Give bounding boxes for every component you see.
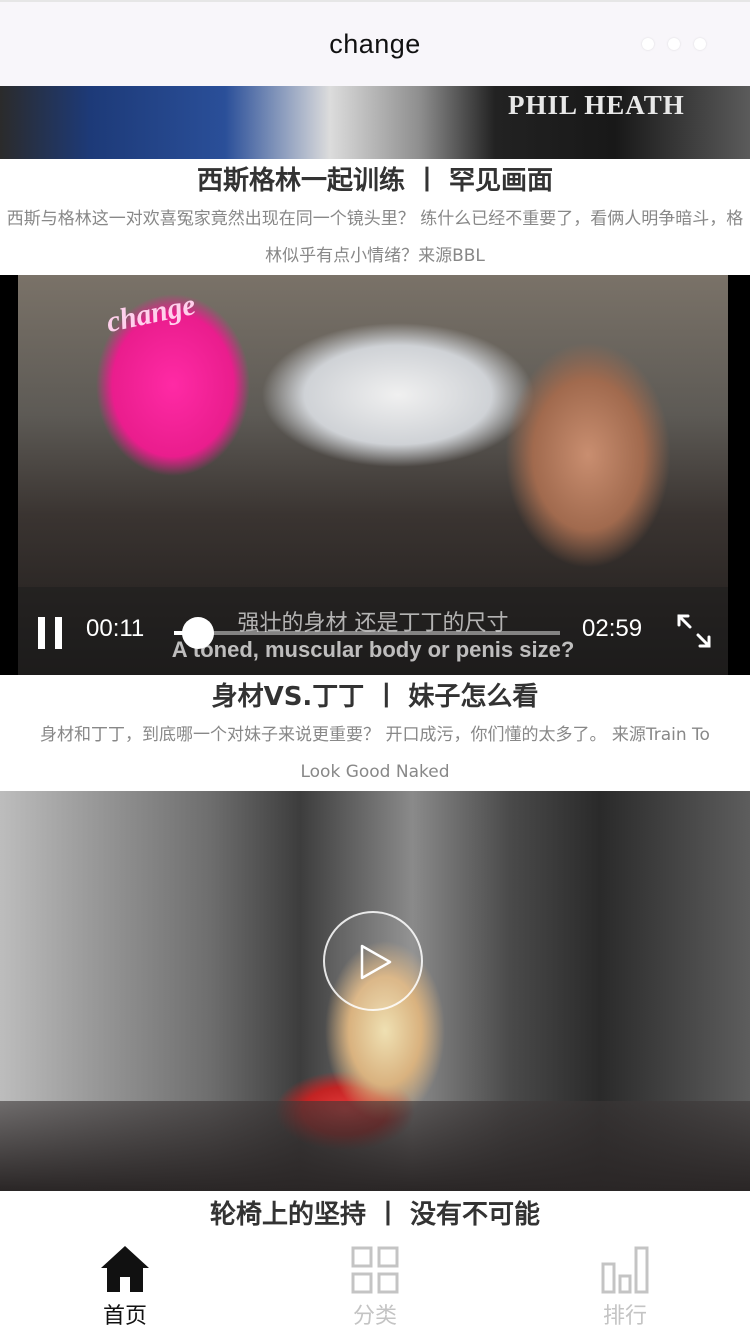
dot	[642, 38, 654, 50]
video-description: 身材和丁丁，到底哪一个对妹子来说更重要？ 开口成污，你们懂的太多了。 来源Tra…	[40, 725, 710, 782]
video-card-info[interactable]: 西斯格林一起训练 丨 罕见画面 西斯与格林这一对欢喜冤家竟然出现在同一个镜头里？…	[0, 159, 750, 275]
video-card-info[interactable]: 轮椅上的坚持 丨 没有不可能	[0, 1191, 750, 1235]
video-thumbnail[interactable]: PHIL HEATH	[0, 86, 750, 159]
home-icon	[101, 1246, 149, 1292]
video-description: 西斯与格林这一对欢喜冤家竟然出现在同一个镜头里？ 练什么已经不重要了，看俩人明争…	[6, 209, 744, 266]
beanie-logo: change	[103, 288, 199, 340]
thumbnail-shirt-print: PHIL HEATH	[508, 90, 685, 120]
tab-label: 分类	[352, 1304, 397, 1329]
fullscreen-icon[interactable]	[676, 613, 712, 649]
play-button[interactable]	[323, 911, 423, 1011]
total-time: 02:59	[582, 615, 643, 642]
pause-icon[interactable]	[36, 617, 64, 649]
current-time: 00:11	[86, 615, 145, 642]
tab-label: 排行	[602, 1304, 647, 1329]
tab-label: 首页	[102, 1304, 147, 1329]
video-player[interactable]: change 强壮的身材 还是丁丁的尺寸 A toned, muscular b…	[0, 275, 750, 675]
tab-category[interactable]: 分类	[250, 1236, 500, 1342]
tab-ranking[interactable]: 排行	[500, 1236, 750, 1342]
bar-chart-icon	[601, 1246, 649, 1294]
grid-icon	[351, 1246, 399, 1294]
top-nav-bar: change	[0, 0, 750, 86]
video-title[interactable]: 轮椅上的坚持 丨 没有不可能	[0, 1193, 750, 1235]
player-controls: 强壮的身材 还是丁丁的尺寸 A toned, muscular body or …	[18, 587, 728, 675]
tab-home[interactable]: 首页	[0, 1236, 250, 1342]
app-title: change	[329, 28, 421, 59]
progress-slider[interactable]	[174, 617, 560, 649]
more-options-icon[interactable]	[642, 38, 706, 50]
video-card-info[interactable]: 身材VS.丁丁 丨 妹子怎么看 身材和丁丁，到底哪一个对妹子来说更重要？ 开口成…	[0, 675, 750, 791]
video-feed[interactable]: PHIL HEATH 西斯格林一起训练 丨 罕见画面 西斯与格林这一对欢喜冤家竟…	[0, 86, 750, 1236]
thumbnail-floor	[0, 1101, 750, 1191]
video-thumbnail[interactable]	[0, 791, 750, 1191]
video-title[interactable]: 身材VS.丁丁 丨 妹子怎么看	[0, 675, 750, 717]
play-icon	[360, 944, 392, 980]
progress-knob[interactable]	[181, 617, 214, 649]
dot	[668, 38, 680, 50]
dot	[694, 38, 706, 50]
video-title[interactable]: 西斯格林一起训练 丨 罕见画面	[0, 159, 750, 201]
bottom-tab-bar: 首页 分类 排行	[0, 1236, 750, 1342]
